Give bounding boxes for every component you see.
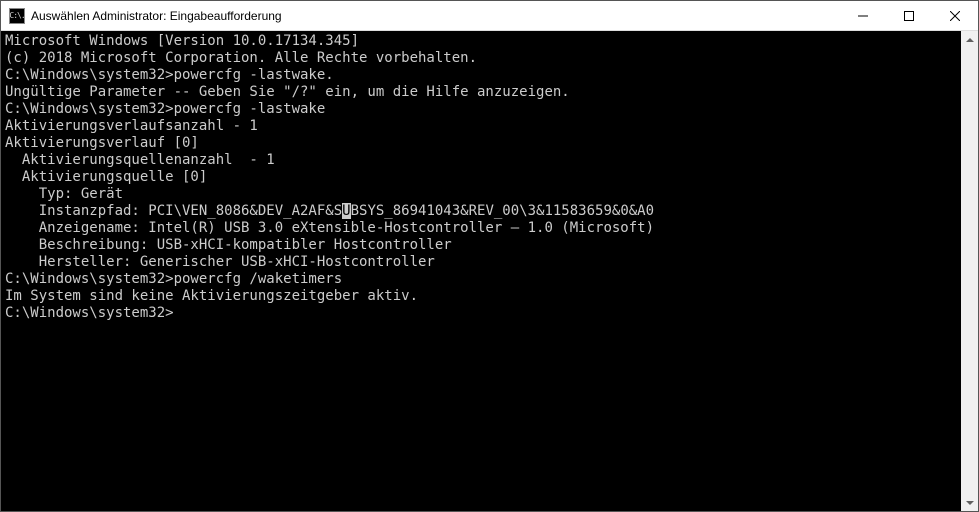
vertical-scrollbar[interactable] bbox=[961, 31, 978, 511]
chevron-down-icon bbox=[966, 499, 974, 507]
terminal-line: C:\Windows\system32>powercfg -lastwake. bbox=[5, 67, 961, 84]
terminal-line: C:\Windows\system32> bbox=[5, 305, 961, 322]
terminal-line: Aktivierungsquellenanzahl - 1 bbox=[5, 152, 961, 169]
cmd-icon-text: C:\. bbox=[9, 12, 24, 20]
terminal-line: C:\Windows\system32>powercfg /waketimers bbox=[5, 271, 961, 288]
terminal-line: Im System sind keine Aktivierungszeitgeb… bbox=[5, 288, 961, 305]
terminal-line: Hersteller: Generischer USB-xHCI-Hostcon… bbox=[5, 254, 961, 271]
scroll-track[interactable] bbox=[961, 48, 978, 494]
terminal-line: Aktivierungsquelle [0] bbox=[5, 169, 961, 186]
terminal-line: Aktivierungsverlauf [0] bbox=[5, 135, 961, 152]
close-icon bbox=[950, 11, 960, 21]
scroll-down-button[interactable] bbox=[961, 494, 978, 511]
minimize-button[interactable] bbox=[840, 1, 886, 30]
text-selection: U bbox=[342, 203, 350, 219]
maximize-icon bbox=[904, 11, 914, 21]
terminal-line: Ungültige Parameter -- Geben Sie "/?" ei… bbox=[5, 84, 961, 101]
client-area: Microsoft Windows [Version 10.0.17134.34… bbox=[1, 31, 978, 511]
maximize-button[interactable] bbox=[886, 1, 932, 30]
terminal-output[interactable]: Microsoft Windows [Version 10.0.17134.34… bbox=[1, 31, 961, 511]
terminal-line: (c) 2018 Microsoft Corporation. Alle Rec… bbox=[5, 50, 961, 67]
close-button[interactable] bbox=[932, 1, 978, 30]
titlebar[interactable]: C:\. Auswählen Administrator: Eingabeauf… bbox=[1, 1, 978, 31]
terminal-line: Instanzpfad: PCI\VEN_8086&DEV_A2AF&SUBSY… bbox=[5, 203, 961, 220]
cmd-icon: C:\. bbox=[9, 8, 25, 24]
terminal-line: Typ: Gerät bbox=[5, 186, 961, 203]
terminal-line: Beschreibung: USB-xHCI-kompatibler Hostc… bbox=[5, 237, 961, 254]
terminal-line: Aktivierungsverlaufsanzahl - 1 bbox=[5, 118, 961, 135]
window-frame: C:\. Auswählen Administrator: Eingabeauf… bbox=[0, 0, 979, 512]
titlebar-buttons bbox=[840, 1, 978, 30]
terminal-line: Anzeigename: Intel(R) USB 3.0 eXtensible… bbox=[5, 220, 961, 237]
scroll-up-button[interactable] bbox=[961, 31, 978, 48]
window-title: Auswählen Administrator: Eingabeaufforde… bbox=[31, 9, 840, 23]
terminal-line: C:\Windows\system32>powercfg -lastwake bbox=[5, 101, 961, 118]
chevron-up-icon bbox=[966, 36, 974, 44]
minimize-icon bbox=[858, 11, 868, 21]
terminal-line: Microsoft Windows [Version 10.0.17134.34… bbox=[5, 33, 961, 50]
